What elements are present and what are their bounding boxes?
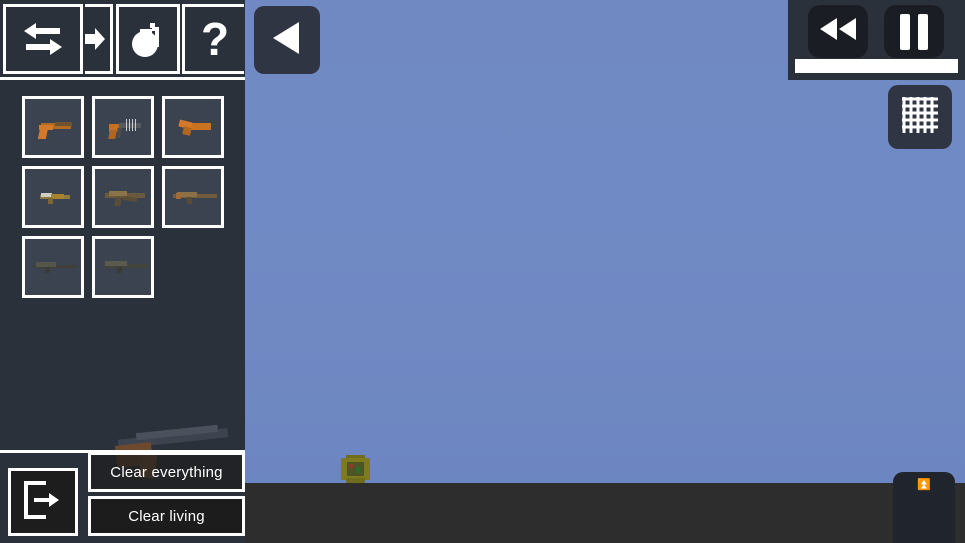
weapon-part bbox=[55, 122, 72, 126]
weapon-slot-machine-pistol[interactable] bbox=[92, 96, 154, 158]
game-screen: ? Clear everything Clear living ⏫ bbox=[0, 0, 965, 543]
weapon-slot-marksman-rifle[interactable] bbox=[22, 236, 84, 298]
preview-upper-barrel bbox=[135, 424, 219, 441]
exit-door-icon bbox=[22, 479, 64, 526]
weapon-slot-sniper-rifle[interactable] bbox=[92, 236, 154, 298]
toolbar-item-help[interactable]: ? bbox=[182, 4, 244, 74]
weapon-part bbox=[114, 197, 122, 206]
crate-bottom-cap bbox=[346, 478, 365, 483]
weapon-part bbox=[182, 126, 192, 136]
weapon-slot-battle-rifle[interactable] bbox=[162, 166, 224, 228]
weapon-grid bbox=[22, 96, 232, 306]
pause-button[interactable] bbox=[884, 5, 944, 58]
anchor-pin-icon: ⏫ bbox=[917, 479, 931, 491]
ground-plane bbox=[245, 483, 965, 543]
weapon-part bbox=[117, 267, 122, 273]
weapon-part bbox=[37, 128, 49, 139]
swap-arrows-icon bbox=[20, 19, 66, 59]
question-mark-icon: ? bbox=[198, 15, 232, 63]
olive-crate-entity[interactable] bbox=[341, 455, 370, 483]
clear-everything-label: Clear everything bbox=[110, 463, 223, 481]
rewind-icon bbox=[818, 16, 858, 47]
weapon-part bbox=[45, 267, 50, 273]
toolbar-item-next[interactable] bbox=[85, 4, 113, 74]
weapon-part bbox=[126, 119, 138, 131]
clear-living-button[interactable]: Clear living bbox=[88, 496, 245, 536]
toolbar-item-grenade[interactable] bbox=[116, 4, 180, 74]
clear-living-label: Clear living bbox=[128, 507, 205, 525]
weapon-part bbox=[176, 193, 181, 199]
weapon-slot-carbine[interactable] bbox=[22, 166, 84, 228]
arrow-right-icon bbox=[85, 26, 109, 52]
weapon-row bbox=[22, 236, 232, 298]
grenade-icon bbox=[128, 17, 168, 61]
left-sidebar: ? Clear everything Clear living bbox=[0, 0, 245, 543]
weapon-part bbox=[116, 127, 122, 139]
game-viewport[interactable] bbox=[245, 0, 965, 543]
crate-green-detail bbox=[356, 467, 361, 473]
playback-panel bbox=[788, 0, 965, 80]
spawn-anchor-button[interactable]: ⏫ bbox=[893, 472, 955, 543]
weapon-slot-sawed-off-shotgun[interactable] bbox=[162, 96, 224, 158]
weapon-slot-assault-rifle[interactable] bbox=[92, 166, 154, 228]
preview-barrel bbox=[117, 428, 229, 449]
weapon-part bbox=[48, 198, 53, 204]
weapon-row bbox=[22, 96, 232, 158]
timeline-progress-bar[interactable] bbox=[795, 59, 958, 73]
crate-red-detail bbox=[349, 464, 353, 468]
svg-text:?: ? bbox=[200, 15, 228, 63]
weapon-row bbox=[22, 166, 232, 228]
toolbar-item-swap[interactable] bbox=[3, 4, 83, 74]
back-button[interactable] bbox=[254, 6, 320, 74]
triangle-left-icon bbox=[269, 19, 305, 62]
weapon-slot-pistol[interactable] bbox=[22, 96, 84, 158]
rewind-button[interactable] bbox=[808, 5, 868, 58]
grid-mesh-icon bbox=[900, 95, 940, 140]
pause-icon bbox=[900, 13, 928, 50]
weapon-part bbox=[187, 197, 192, 204]
grid-toggle-button[interactable] bbox=[888, 85, 952, 149]
weapon-part bbox=[122, 196, 138, 202]
toolbar-divider bbox=[0, 77, 245, 80]
clear-actions: Clear everything Clear living bbox=[88, 452, 245, 536]
exit-button[interactable] bbox=[8, 468, 78, 536]
sidebar-toolbar: ? bbox=[0, 0, 245, 80]
clear-everything-button[interactable]: Clear everything bbox=[88, 452, 245, 492]
weapon-part bbox=[105, 261, 127, 266]
